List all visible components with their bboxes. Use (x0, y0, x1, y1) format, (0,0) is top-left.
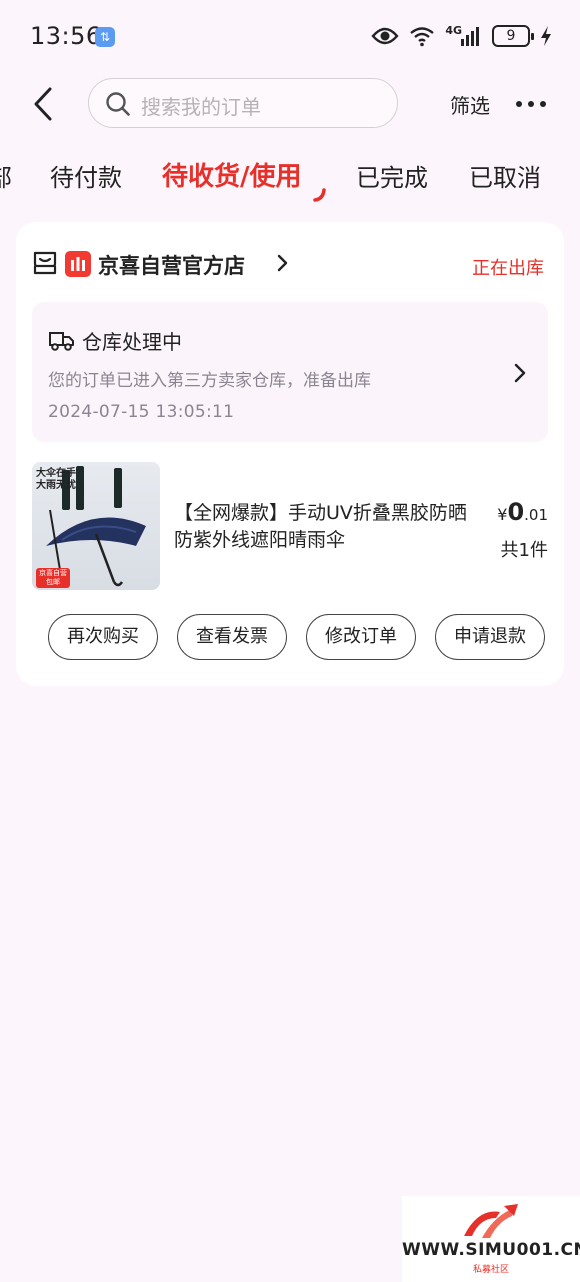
charging-icon (541, 26, 551, 46)
order-tabs: 部 待付款 待收货/使用 已完成 已取消 (0, 150, 580, 210)
modify-order-button[interactable]: 修改订单 (306, 614, 416, 660)
shop-logo (65, 251, 91, 277)
request-refund-button[interactable]: 申请退款 (435, 614, 545, 660)
product-price: ¥0.01 (497, 498, 548, 526)
order-actions: 再次购买 查看发票 修改订单 申请退款 (48, 614, 548, 660)
delivery-truck-icon (49, 332, 74, 351)
signal-icon (461, 27, 479, 46)
battery-icon: 9 (492, 25, 534, 47)
buy-again-button[interactable]: 再次购买 (48, 614, 158, 660)
status-time: 13:56 (30, 22, 102, 50)
watermark-logo-icon (464, 1204, 518, 1238)
tab-pending-payment[interactable]: 待付款 (50, 158, 122, 193)
chevron-right-icon (514, 363, 526, 383)
product-row[interactable]: 大伞在手 大雨无忧 京喜自营 包邮 【全网爆款】手动UV折叠黑胶防晒防紫外线遮阳… (32, 462, 548, 592)
product-thumbnail[interactable]: 大伞在手 大雨无忧 京喜自营 包邮 (32, 462, 160, 590)
thumbnail-caption: 大雨无忧 (36, 480, 76, 491)
shop-icon (33, 251, 57, 275)
back-icon[interactable] (30, 86, 56, 122)
view-invoice-button[interactable]: 查看发票 (177, 614, 287, 660)
eye-icon (371, 27, 399, 45)
tab-pending-receipt[interactable]: 待收货/使用 (162, 156, 302, 193)
watermark: WWW.SIMU001.CN 私募社区 (402, 1196, 580, 1282)
filter-button[interactable]: 筛选 (450, 90, 490, 119)
active-tab-indicator (313, 188, 326, 202)
wifi-icon (410, 27, 435, 47)
product-quantity: 共1件 (500, 540, 548, 561)
logistics-description: 您的订单已进入第三方卖家仓库，准备出库 (48, 371, 371, 391)
shop-name[interactable]: 京喜自营官方店 (98, 250, 245, 280)
top-nav: 搜索我的订单 筛选 (0, 78, 580, 132)
data-transfer-icon: ⇅ (95, 27, 115, 47)
logistics-timestamp: 2024-07-15 13:05:11 (48, 402, 235, 422)
logistics-title: 仓库处理中 (82, 330, 182, 354)
status-bar: 13:56 ⇅ 4G 9 (0, 0, 580, 70)
watermark-text: WWW.SIMU001.CN (402, 1240, 580, 1260)
tab-completed[interactable]: 已完成 (356, 158, 428, 193)
shop-row[interactable]: 京喜自营官方店 正在出库 (32, 248, 548, 280)
search-input[interactable]: 搜索我的订单 (88, 78, 398, 128)
search-icon (106, 92, 130, 116)
chevron-right-icon (277, 254, 288, 272)
watermark-subtext: 私募社区 (472, 1265, 509, 1275)
tab-all[interactable]: 部 (0, 158, 12, 193)
order-status-badge: 正在出库 (472, 258, 544, 279)
network-type: 4G (445, 23, 462, 37)
order-card[interactable]: 京喜自营官方店 正在出库 仓库处理中 您的订单已进入第三方卖家仓库，准备出库 2… (16, 222, 564, 686)
more-icon[interactable] (516, 92, 550, 116)
product-title[interactable]: 【全网爆款】手动UV折叠黑胶防晒防紫外线遮阳晴雨伞 (174, 500, 474, 554)
search-placeholder: 搜索我的订单 (141, 95, 261, 119)
logistics-panel[interactable]: 仓库处理中 您的订单已进入第三方卖家仓库，准备出库 2024-07-15 13:… (32, 302, 548, 442)
thumbnail-badge: 京喜自营 包邮 (36, 568, 70, 588)
tab-cancelled[interactable]: 已取消 (469, 158, 541, 193)
